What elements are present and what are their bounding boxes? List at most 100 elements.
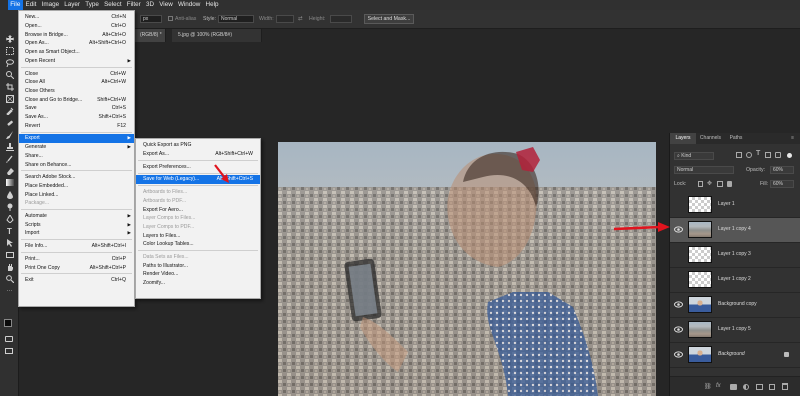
menu-item-export-preferences[interactable]: Export Preferences... [136,162,260,171]
menu-item-open-as[interactable]: Open As... Alt+Shift+Ctrl+O [19,39,134,48]
menu-item-export-as[interactable]: Export As... Alt+Shift+Ctrl+W [136,150,260,159]
menu-item-scripts[interactable]: Scripts ▶ [19,220,134,229]
foreground-color-swatch[interactable] [4,319,12,327]
menu-item-close-all[interactable]: Close All Alt+Ctrl+W [19,78,134,87]
eyedropper-tool-icon[interactable] [4,107,15,115]
zoom-tool-icon[interactable] [4,275,15,283]
menu-item-save-for-web-legacy[interactable]: Save for Web (Legacy)... Alt+Shift+Ctrl+S [136,175,260,184]
menu-item-search-adobe-stock[interactable]: Search Adobe Stock... [19,173,134,182]
menu-item-browse-in-bridge[interactable]: Browse in Bridge... Alt+Ctrl+O [19,30,134,39]
menu-item-open[interactable]: Open... Ctrl+O [19,22,134,31]
document-canvas[interactable] [278,142,656,396]
crop-tool-icon[interactable] [4,83,15,91]
menu-type[interactable]: Type [83,0,102,10]
menu-item-save-as[interactable]: Save As... Shift+Ctrl+S [19,113,134,122]
menu-item-quick-export-as-png[interactable]: Quick Export as PNG [136,141,260,150]
menu-item-file-info[interactable]: File Info... Alt+Shift+Ctrl+I [19,242,134,251]
layer-row[interactable]: Layer 1 copy 5 [670,318,800,343]
dodge-tool-icon[interactable] [4,203,15,211]
blend-mode-select[interactable]: Normal [674,166,734,174]
visibility-eye-icon[interactable] [674,226,683,233]
menu-item-share-on-behance[interactable]: Share on Behance... [19,160,134,169]
swap-icon[interactable]: ⇄ [298,16,303,22]
eraser-tool-icon[interactable] [4,167,15,175]
height-field[interactable] [330,15,352,23]
fill-field[interactable]: 60% [770,180,794,188]
layer-name[interactable]: Background copy [718,301,757,307]
menu-window[interactable]: Window [175,0,203,10]
menu-item-save[interactable]: Save Ctrl+S [19,104,134,113]
new-group-icon[interactable] [756,384,763,390]
lock-artboard-icon[interactable] [717,181,723,187]
doc-tab-active[interactable]: (RGB/8) * [134,29,166,42]
menu-item-open-as-smart-object[interactable]: Open as Smart Object... [19,48,134,57]
layer-row[interactable]: Layer 1 copy 4 [670,218,800,243]
layer-row[interactable]: Background copy [670,293,800,318]
menu-edit[interactable]: Edit [23,0,39,10]
delete-layer-icon[interactable] [782,383,788,390]
width-field[interactable] [276,15,294,23]
clone-stamp-tool-icon[interactable] [4,143,15,151]
layer-mask-icon[interactable] [730,384,737,390]
visibility-eye-icon[interactable] [674,301,683,308]
layer-name[interactable]: Layer 1 copy 5 [718,326,751,332]
brush-tool-icon[interactable] [4,131,15,139]
filter-smart-object-icon[interactable] [775,152,781,158]
layer-name[interactable]: Layer 1 copy 3 [718,251,751,257]
adjustment-layer-icon[interactable] [743,384,749,390]
menu-item-layers-to-files[interactable]: Layers to Files... [136,231,260,240]
marquee-tool-icon[interactable] [4,47,15,55]
menu-item-automate[interactable]: Automate ▶ [19,212,134,221]
layer-style-icon[interactable]: fx [716,383,721,389]
healing-brush-tool-icon[interactable] [4,119,15,127]
layer-name[interactable]: Background [718,351,745,357]
layer-kind-filter[interactable]: ⌕ Kind [674,152,714,160]
layer-name[interactable]: Layer 1 copy 4 [718,226,751,232]
layer-row[interactable]: Layer 1 copy 3 [670,243,800,268]
menu-view[interactable]: View [157,0,176,10]
lock-all-icon[interactable] [727,181,732,187]
history-brush-tool-icon[interactable] [4,155,15,163]
menu-item-print[interactable]: Print... Ctrl+P [19,255,134,264]
menu-item-export-for-aero[interactable]: Export For Aero... [136,205,260,214]
menu-help[interactable]: Help [203,0,221,10]
opacity-field[interactable]: 60% [770,166,794,174]
menu-item-generate[interactable]: Generate ▶ [19,143,134,152]
filter-type-icon[interactable]: T [756,150,760,157]
lock-position-icon[interactable]: ✥ [707,180,712,187]
layer-row[interactable]: Layer 1 [670,193,800,218]
type-tool-icon[interactable]: T [4,227,15,236]
menu-item-import[interactable]: Import ▶ [19,229,134,238]
pen-tool-icon[interactable] [4,215,15,223]
menu-item-place-embedded[interactable]: Place Embedded... [19,182,134,191]
tab-layers[interactable]: Layers [670,133,696,144]
frame-tool-icon[interactable] [4,95,15,103]
layer-name[interactable]: Layer 1 copy 2 [718,276,751,282]
visibility-eye-icon[interactable] [674,326,683,333]
more-tools-icon[interactable]: ··· [4,287,15,295]
visibility-eye-icon[interactable] [674,351,683,358]
menu-image[interactable]: Image [39,0,62,10]
menu-file[interactable]: File [7,0,23,10]
layer-row[interactable]: Layer 1 copy 2 [670,268,800,293]
filter-shape-icon[interactable] [765,152,771,158]
path-selection-tool-icon[interactable] [4,239,15,247]
menu-item-new[interactable]: New... Ctrl+N [19,13,134,22]
anti-alias-checkbox[interactable] [168,16,173,21]
menu-item-revert[interactable]: Revert F12 [19,121,134,130]
menu-item-zoomify[interactable]: Zoomify... [136,279,260,288]
layer-name[interactable]: Layer 1 [718,201,735,207]
hand-tool-icon[interactable] [4,263,15,271]
menu-item-place-linked[interactable]: Place Linked... [19,190,134,199]
lasso-tool-icon[interactable] [4,59,15,67]
menu-item-export[interactable]: Export ▶ [19,134,134,143]
menu-layer[interactable]: Layer [62,0,83,10]
menu-item-close-others[interactable]: Close Others [19,87,134,96]
menu-select[interactable]: Select [101,0,124,10]
lock-pixels-icon[interactable] [698,181,703,187]
menu-filter[interactable]: Filter [124,0,143,10]
panel-menu-icon[interactable]: ≡ [791,135,794,141]
visibility-eye-icon[interactable] [674,201,683,208]
select-and-mask-button[interactable]: Select and Mask... [364,14,414,24]
style-select[interactable]: Normal [218,15,254,23]
